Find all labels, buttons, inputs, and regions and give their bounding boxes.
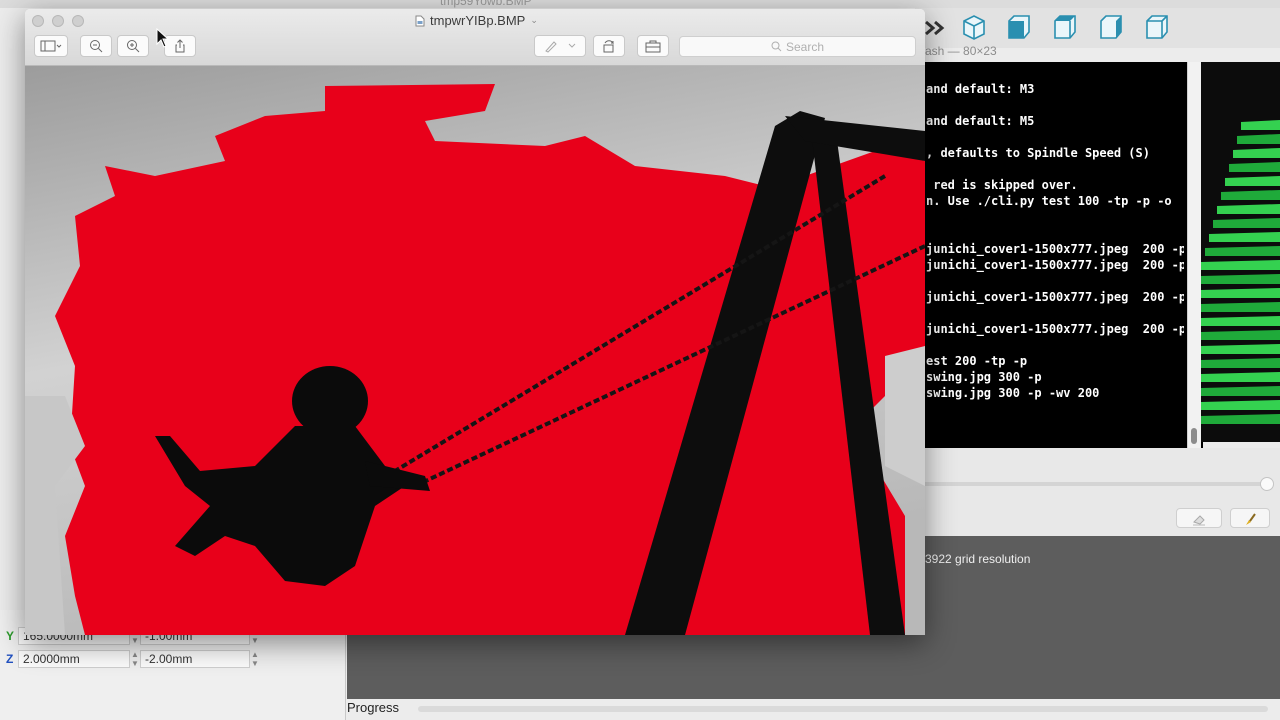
cube-view-iso-icon[interactable] <box>959 12 989 42</box>
z-stepper[interactable]: ▲ ▼ <box>130 650 140 668</box>
terminal-line: and default: M3 <box>926 82 1035 96</box>
cube-view-top-icon[interactable] <box>1050 12 1080 42</box>
axis-label-y: Y <box>6 629 15 643</box>
terminal-scroll-thumb[interactable] <box>1191 428 1197 444</box>
terminal-line: and default: M5 <box>926 114 1035 128</box>
share-icon <box>175 39 185 53</box>
terminal-line: junichi_cover1-1500x777.jpeg 200 -p <box>926 242 1184 256</box>
cube-view-back-icon[interactable] <box>1142 12 1172 42</box>
brush-icon <box>1246 513 1256 525</box>
toolbox-icon <box>645 40 661 53</box>
view-toolbar <box>915 8 1280 48</box>
search-icon <box>771 41 782 52</box>
markup-button[interactable] <box>534 35 586 57</box>
terminal-line: junichi_cover1-1500x777.jpeg 200 -p <box>926 290 1184 304</box>
terminal-line: swing.jpg 300 -p <box>926 370 1042 384</box>
grid-resolution-text: 3922 grid resolution <box>925 552 1031 566</box>
rotate-button[interactable] <box>593 35 625 57</box>
background-app-titlebar <box>0 0 1280 8</box>
document-icon <box>415 15 425 26</box>
toolpath-3d-preview[interactable] <box>1201 62 1280 442</box>
toolpath-layers-graphic <box>1201 62 1280 442</box>
terminal-line: junichi_cover1-1500x777.jpeg 200 -p <box>926 258 1184 272</box>
terminal-scrollbar[interactable] <box>1187 62 1201 448</box>
clear-button[interactable] <box>1176 508 1222 528</box>
terminal-line: red is skipped over. <box>926 178 1078 192</box>
terminal-line: est 200 -tp -p <box>926 354 1028 368</box>
preview-filename: tmpwrYIBp.BMP <box>430 13 526 28</box>
z-position-field[interactable]: 2.0000mm <box>18 650 130 668</box>
minimize-button[interactable] <box>52 15 64 27</box>
toolbox-button[interactable] <box>637 35 669 57</box>
preview-window: tmpwrYIBp.BMP ⌄ Search <box>25 9 925 635</box>
cube-view-side-icon[interactable] <box>1096 12 1126 42</box>
brush-button[interactable] <box>1230 508 1270 528</box>
axis-label-z: Z <box>6 652 14 666</box>
terminal-line: n. Use ./cli.py test 100 -tp -p -o <box>926 194 1172 208</box>
z-offset-stepper[interactable]: ▲ ▼ <box>250 650 260 668</box>
progress-label: Progress <box>347 700 400 715</box>
layer-slider-knob[interactable] <box>1260 477 1274 491</box>
eraser-icon <box>1193 515 1205 526</box>
sidebar-button[interactable] <box>34 35 68 57</box>
sidebar-icon <box>40 40 62 52</box>
mouse-cursor-icon <box>156 28 170 48</box>
progress-bar <box>418 706 1268 712</box>
terminal-line: , defaults to Spindle Speed (S) <box>926 146 1150 160</box>
bmp-image[interactable] <box>25 66 925 635</box>
background-app-title: tmp59Yowb.BMP <box>440 0 532 8</box>
terminal-line: swing.jpg 300 -p -wv 200 <box>926 386 1100 400</box>
terminal-line: junichi_cover1-1500x777.jpeg 200 -p <box>926 322 1184 336</box>
coord-row-z: Z 2.0000mm ▲ ▼ -2.00mm ▲ ▼ <box>6 649 260 669</box>
double-arrow-icon[interactable] <box>923 16 947 40</box>
zoom-in-button[interactable] <box>117 35 149 57</box>
chevron-down-icon: ⌄ <box>530 15 538 25</box>
settings-area <box>925 448 1280 536</box>
terminal-title: ash — 80×23 <box>925 44 997 58</box>
search-placeholder: Search <box>785 39 825 54</box>
search-field[interactable]: Search <box>679 36 916 57</box>
rotate-icon <box>603 40 614 53</box>
z-offset-field[interactable]: -2.00mm <box>140 650 250 668</box>
close-button[interactable] <box>32 15 44 27</box>
markup-pen-icon <box>545 41 576 53</box>
layer-slider-track[interactable] <box>925 482 1265 486</box>
zoom-out-icon <box>90 40 103 53</box>
zoom-in-icon <box>127 40 140 53</box>
zoom-button[interactable] <box>72 15 84 27</box>
cube-view-front-icon[interactable] <box>1004 12 1034 42</box>
zoom-out-button[interactable] <box>80 35 112 57</box>
cloud-patch-right <box>885 346 925 486</box>
preview-title[interactable]: tmpwrYIBp.BMP ⌄ <box>415 13 538 28</box>
